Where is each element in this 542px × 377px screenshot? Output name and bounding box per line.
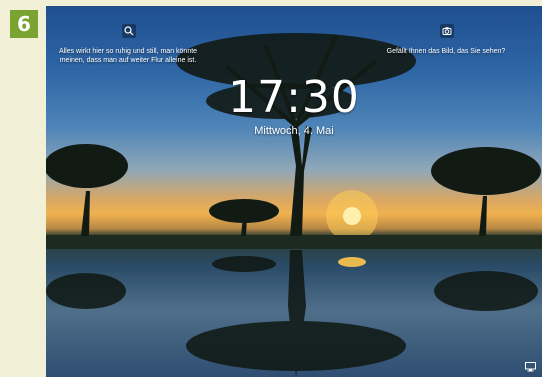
step-number-badge: 6 [10,10,38,38]
camera-icon [442,27,452,35]
right-image-caption[interactable]: Gefällt Ihnen das Bild, das Sie sehen? [386,47,506,56]
camera-button[interactable] [440,24,454,38]
lock-screen[interactable]: Alles wirkt hier so ruhig und still, man… [46,6,542,377]
search-button[interactable] [122,24,136,38]
monitor-icon [525,362,536,372]
clock-time: 17:30 [228,72,360,123]
clock-date: Mittwoch, 4. Mai [254,125,334,137]
monitor-button[interactable] [525,359,536,372]
search-icon [124,26,134,36]
left-image-caption: Alles wirkt hier so ruhig und still, man… [58,48,198,64]
